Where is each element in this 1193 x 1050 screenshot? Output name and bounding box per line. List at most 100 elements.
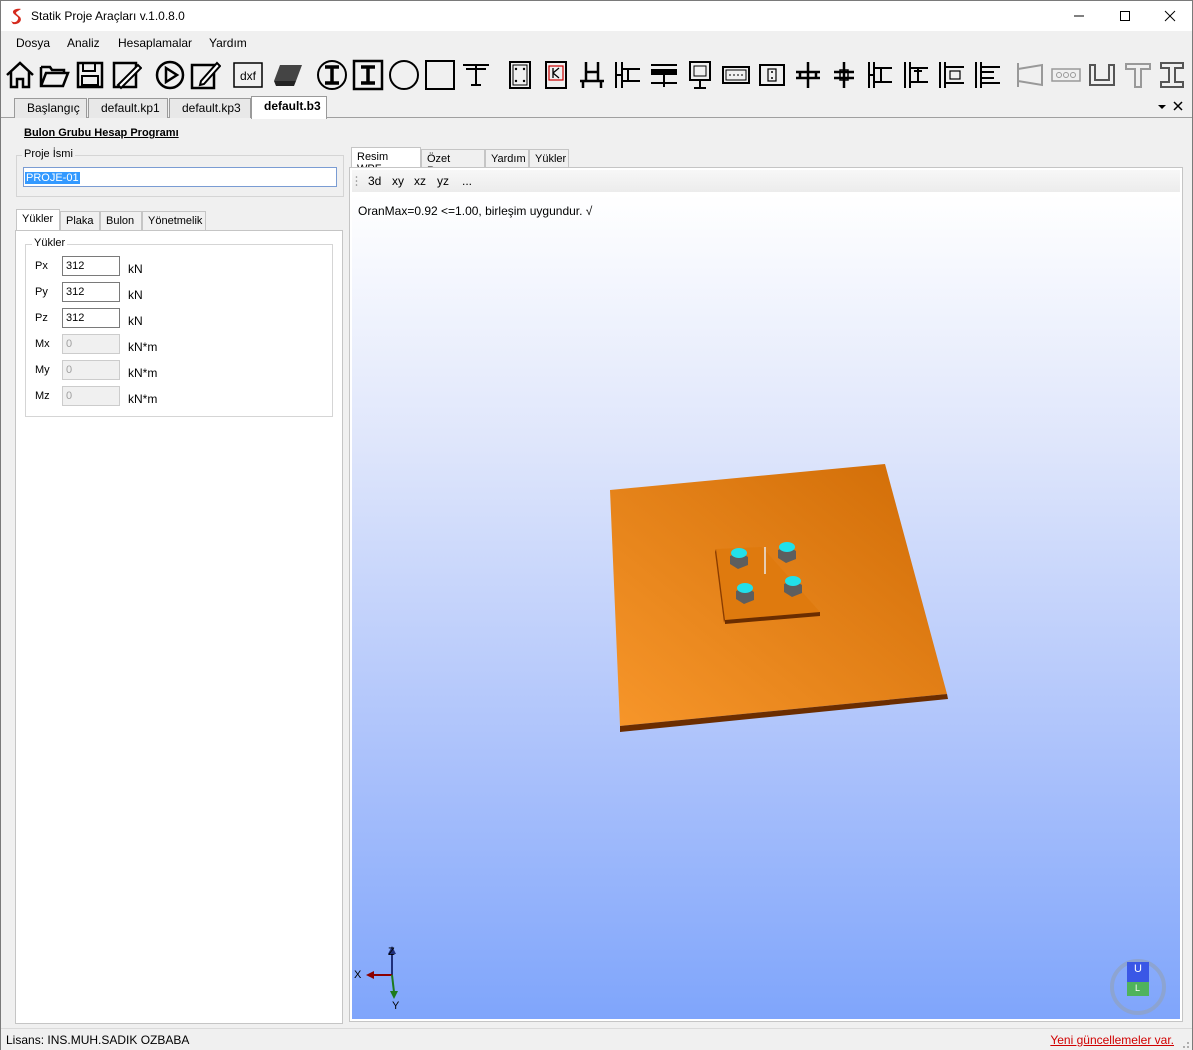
main-toolbar: dxf: [1, 55, 1192, 95]
tab-resim-wpf[interactable]: Resim WPF: [351, 147, 421, 175]
save-icon: [76, 61, 104, 89]
t-section-button[interactable]: [460, 59, 492, 91]
plate-3d-icon: [274, 65, 302, 86]
title-bar: Statik Proje Araçları v.1.0.8.0: [1, 1, 1192, 31]
double-angle-button[interactable]: [900, 59, 932, 91]
maximize-icon: [1120, 11, 1130, 21]
py-unit: kN: [128, 288, 143, 302]
save-button[interactable]: [74, 59, 106, 91]
tab-plaka[interactable]: Plaka: [60, 211, 100, 230]
double-angle-icon: [904, 62, 928, 88]
tab-default-b3[interactable]: default.b3: [251, 96, 327, 119]
column-base-icon: [580, 62, 604, 88]
view-3d-button[interactable]: 3d: [368, 174, 381, 188]
dxf-icon: dxf: [233, 62, 263, 88]
open-button[interactable]: [38, 59, 70, 91]
mz-unit: kN*m: [128, 392, 158, 406]
resize-grip-icon[interactable]: [1178, 1037, 1190, 1049]
circle-section-button[interactable]: [388, 59, 420, 91]
pz-input[interactable]: 312: [62, 308, 120, 328]
beam-column-icon: [615, 62, 640, 88]
channel-section-icon: [1089, 64, 1115, 86]
tab-yukler[interactable]: Yükler: [16, 209, 60, 230]
bolt-plate-button[interactable]: [504, 59, 536, 91]
beam-column-button[interactable]: [612, 59, 644, 91]
tab-yukler-output[interactable]: Yükler: [529, 149, 569, 168]
edit-drawing-button[interactable]: [110, 59, 143, 91]
view-xz-button[interactable]: xz: [414, 174, 426, 188]
update-link[interactable]: Yeni güncellemeler var.: [1050, 1033, 1174, 1047]
close-button[interactable]: [1147, 1, 1193, 31]
channel-section-button[interactable]: [1086, 59, 1118, 91]
tab-ozet-rapor[interactable]: Özet Rapor: [421, 149, 485, 177]
menu-hesaplamalar[interactable]: Hesaplamalar: [118, 36, 192, 50]
pz-unit: kN: [128, 314, 143, 328]
view-more-button[interactable]: ...: [462, 174, 472, 188]
plate-3d-button[interactable]: [272, 59, 304, 91]
minimize-icon: [1074, 15, 1084, 17]
dxf-button[interactable]: dxf: [232, 59, 264, 91]
tab-yardim[interactable]: Yardım: [485, 149, 529, 168]
view-xy-button[interactable]: xy: [392, 174, 404, 188]
loads-group-label: Yükler: [32, 237, 68, 249]
circle-section-icon: [389, 60, 419, 90]
bolt-plate-icon: [509, 61, 531, 89]
px-input[interactable]: 312: [62, 256, 120, 276]
tab-close-button[interactable]: [1173, 100, 1183, 114]
tab-default-kp1[interactable]: default.kp1: [88, 98, 168, 118]
open-folder-icon: [39, 65, 70, 88]
i-beam-square-button[interactable]: [352, 59, 384, 91]
3d-viewport[interactable]: OranMax=0.92 <=1.00, birleşim uygundur. …: [352, 194, 1180, 1019]
i-beam-circle-button[interactable]: [316, 59, 348, 91]
run-icon: [155, 60, 185, 90]
tab-yonetmelik[interactable]: Yönetmelik: [142, 211, 206, 230]
y-axis-label: Y: [392, 1000, 400, 1012]
tab-baslangic[interactable]: Başlangıç: [14, 98, 87, 118]
k-plate-button[interactable]: [540, 59, 572, 91]
shear-tab-button[interactable]: [864, 59, 896, 91]
view-tab-content: 3d xy xz yz ... OranMax=0.92 <=1.00, bir…: [349, 167, 1183, 1022]
document-tab-strip: Başlangıç default.kp1 default.kp3 defaul…: [1, 96, 1192, 119]
gusset-button[interactable]: [1014, 59, 1046, 91]
column-base-button[interactable]: [576, 59, 608, 91]
svg-text:dxf: dxf: [240, 69, 257, 83]
home-button[interactable]: [4, 59, 36, 91]
beam-splice-icon: [651, 64, 677, 87]
tab-default-kp3[interactable]: default.kp3: [169, 98, 251, 118]
py-input[interactable]: 312: [62, 282, 120, 302]
mx-input: 0: [62, 334, 120, 354]
flange-splice-button[interactable]: [756, 59, 788, 91]
menu-dosya[interactable]: Dosya: [16, 36, 50, 50]
square-section-button[interactable]: [424, 59, 456, 91]
stiffener-button[interactable]: [972, 59, 1004, 91]
my-unit: kN*m: [128, 366, 158, 380]
minimize-button[interactable]: [1056, 1, 1102, 31]
end-plate-button[interactable]: [684, 59, 716, 91]
run-button[interactable]: [154, 59, 186, 91]
tee-section-button[interactable]: [1122, 59, 1154, 91]
menu-yardim[interactable]: Yardım: [209, 36, 247, 50]
project-name-input[interactable]: PROJE-01: [23, 167, 337, 187]
i-beam-square-icon: [352, 59, 384, 91]
i-section-button[interactable]: [1156, 59, 1188, 91]
license-text: Lisans: INS.MUH.SADIK OZBABA: [6, 1033, 190, 1047]
menu-bar: Dosya Analiz Hesaplamalar Yardım: [1, 32, 1192, 54]
project-name-label: Proje İsmi: [22, 148, 75, 160]
bolt-row-button[interactable]: [1050, 59, 1082, 91]
flange-splice-icon: [759, 64, 785, 86]
menu-analiz[interactable]: Analiz: [67, 36, 100, 50]
pencil-button[interactable]: [189, 59, 222, 91]
tab-list-dropdown[interactable]: [1157, 101, 1167, 115]
tab-bulon[interactable]: Bulon: [100, 211, 142, 230]
app-logo-icon: [11, 8, 21, 25]
input-panel: Bulon Grubu Hesap Programı Proje İsmi PR…: [14, 120, 344, 1024]
beam-splice-button[interactable]: [648, 59, 680, 91]
maximize-button[interactable]: [1102, 1, 1148, 31]
view-yz-button[interactable]: yz: [437, 174, 449, 188]
column-splice-button[interactable]: [792, 59, 824, 91]
shear-tab-icon: [868, 62, 892, 88]
tee-section-icon: [1125, 63, 1151, 88]
seat-angle-button[interactable]: [936, 59, 968, 91]
plate-bolts-button[interactable]: [720, 59, 752, 91]
web-splice-button[interactable]: [828, 59, 860, 91]
